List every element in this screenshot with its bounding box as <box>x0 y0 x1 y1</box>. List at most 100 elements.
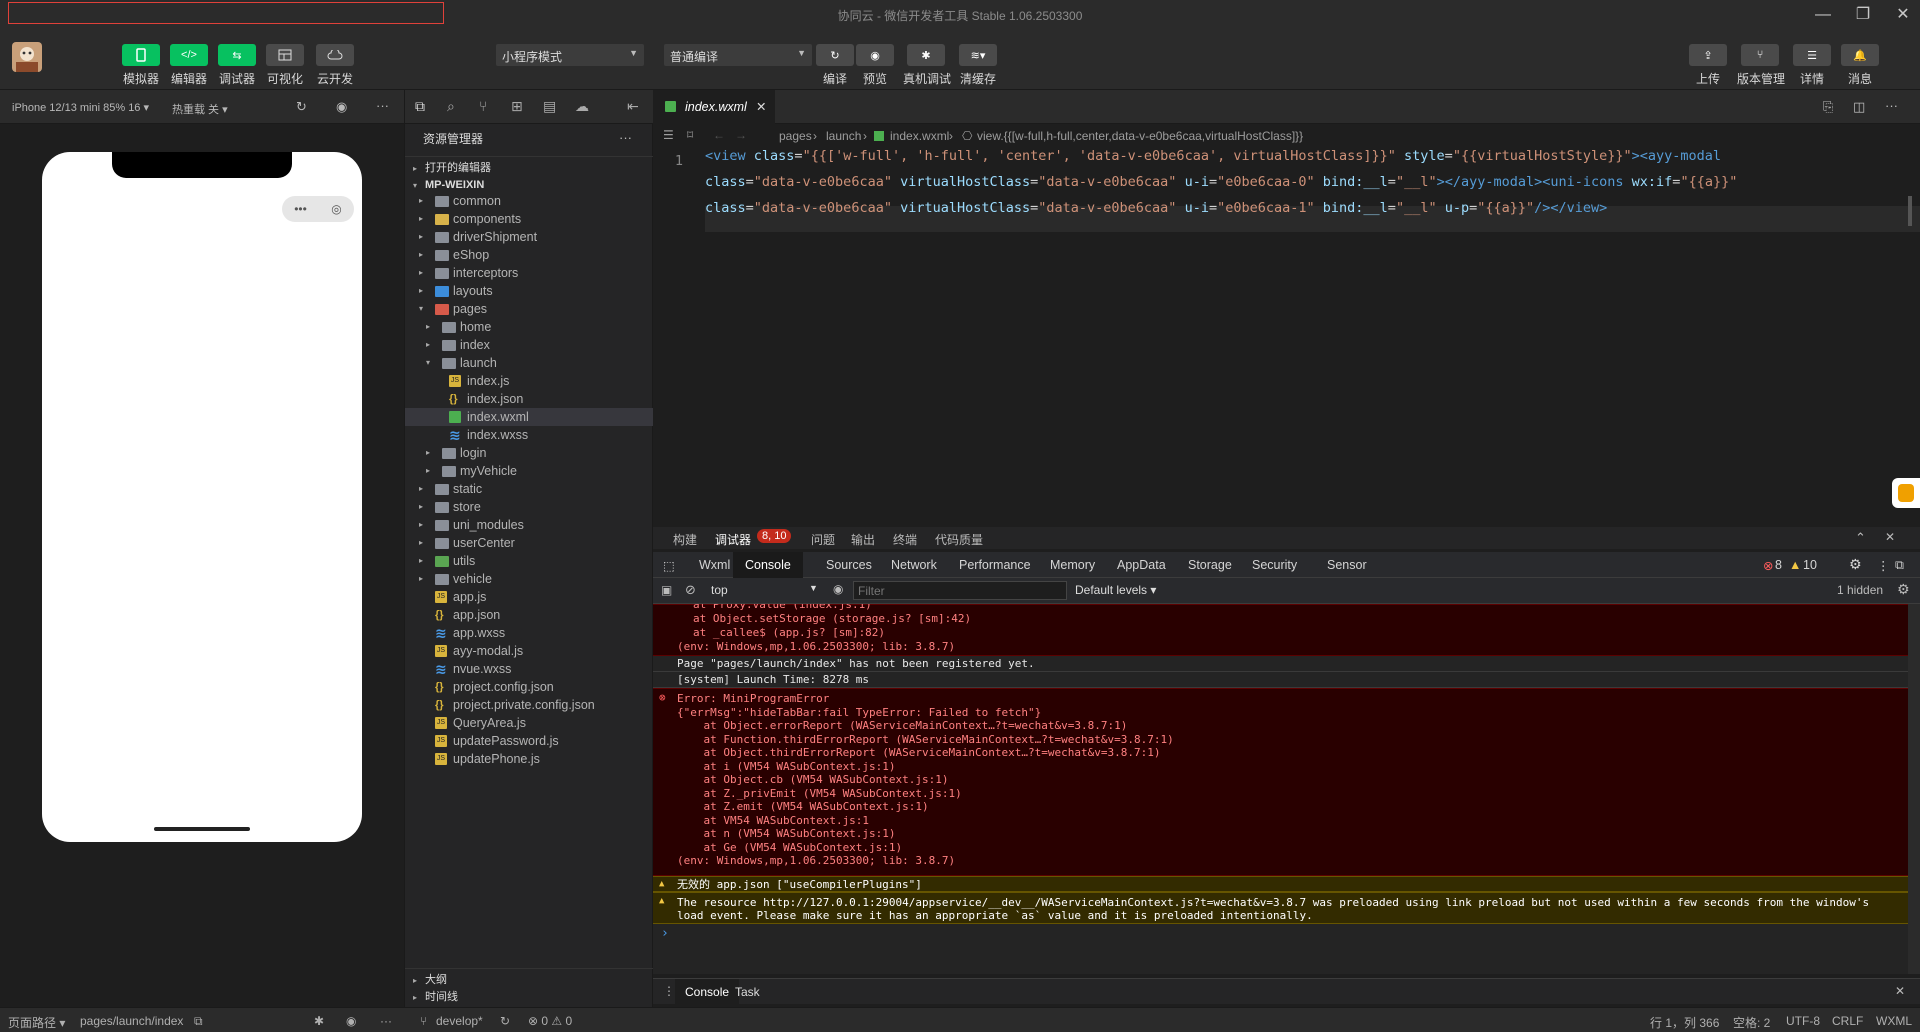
encoding[interactable]: UTF-8 <box>1786 1014 1820 1028</box>
bottom-tab-console[interactable]: Console <box>675 979 740 1005</box>
code-editor[interactable]: 1 <view class="{{['w-full', 'h-full', 'c… <box>653 148 1920 517</box>
tree-folder[interactable]: ▸ driverShipment <box>405 228 653 246</box>
device-select[interactable]: iPhone 12/13 mini 85% 16 ▾ <box>12 101 149 114</box>
gear-icon[interactable]: ⚙ <box>1897 581 1910 598</box>
more-icon[interactable]: ··· <box>619 130 632 145</box>
tree-file[interactable]: JS ayy-modal.js <box>405 642 653 660</box>
tree-folder[interactable]: ▸ components <box>405 210 653 228</box>
language-mode[interactable]: WXML <box>1876 1014 1912 1028</box>
rotate-icon[interactable]: ↻ <box>296 99 307 115</box>
console-scrollbar[interactable] <box>1908 604 1920 974</box>
scrollbar-thumb[interactable] <box>1908 196 1912 226</box>
error-count[interactable]: 8 <box>1775 558 1782 572</box>
undock-icon[interactable]: ⧉ <box>1895 558 1904 573</box>
more-icon[interactable]: ··· <box>1885 98 1898 113</box>
more-icon[interactable]: ··· <box>380 1014 392 1028</box>
timeline-header[interactable]: ▸ 时间线 <box>405 986 653 1008</box>
tree-folder[interactable]: ▸ eShop <box>405 246 653 264</box>
copy-icon[interactable]: ⧉ <box>194 1014 203 1029</box>
more-vertical-icon[interactable]: ⋮ <box>663 984 675 998</box>
tree-folder[interactable]: ▸ vehicle <box>405 570 653 588</box>
close-button[interactable]: ✕ <box>1890 4 1916 26</box>
console-message[interactable]: [system] Launch Time: 8278 ms <box>653 672 1908 688</box>
tree-file[interactable]: {} project.config.json <box>405 678 653 696</box>
tree-file[interactable]: {} project.private.config.json <box>405 696 653 714</box>
log-levels-select[interactable]: Default levels ▾ <box>1075 583 1156 597</box>
breadcrumb-item[interactable]: launch <box>826 129 861 143</box>
tree-file[interactable]: ≋ app.wxss <box>405 624 653 642</box>
console-error-block[interactable]: at Proxy.value (index.js:1) at Object.set… <box>653 604 1908 656</box>
remote-debug-button[interactable]: ✱ 真机调试 <box>903 44 951 87</box>
toggle-panel-icon[interactable]: ⇤ <box>627 98 639 115</box>
capsule-close-icon[interactable]: ◎ <box>331 202 341 216</box>
editor-tab[interactable]: index.wxml ✕ <box>653 90 775 124</box>
more-icon[interactable]: ··· <box>376 98 389 113</box>
filter-input[interactable] <box>853 581 1067 600</box>
details-button[interactable]: ☰ 详情 <box>1789 44 1835 87</box>
tab-memory[interactable]: Memory <box>1050 558 1095 572</box>
page-path-label[interactable]: 页面路径 ▾ <box>8 1014 65 1031</box>
problems-count[interactable]: ⊗ 0 ⚠ 0 <box>528 1014 572 1028</box>
list-icon[interactable]: ☰ <box>663 128 674 142</box>
hot-reload-toggle[interactable]: 热重载 关 ▾ <box>172 101 228 117</box>
assistant-float-button[interactable] <box>1892 478 1920 508</box>
tree-folder[interactable]: ▸ layouts <box>405 282 653 300</box>
visual-button[interactable]: 可视化 <box>262 44 308 87</box>
capsule-button[interactable]: ••• ◎ <box>282 196 354 222</box>
tab-console[interactable]: Console <box>733 552 803 578</box>
version-button[interactable]: ⑂ 版本管理 <box>1737 44 1785 87</box>
close-icon[interactable]: ✕ <box>1895 984 1905 998</box>
inspect-icon[interactable]: ⬚ <box>663 558 675 573</box>
avatar[interactable] <box>12 42 42 72</box>
record-icon[interactable]: ◉ <box>336 99 347 115</box>
tab-security[interactable]: Security <box>1252 558 1297 572</box>
more-dots-icon[interactable]: ••• <box>294 202 307 216</box>
maximize-button[interactable]: ❐ <box>1850 4 1876 26</box>
tree-folder[interactable]: ▸ common <box>405 192 653 210</box>
bottom-tab-task[interactable]: Task <box>735 985 760 999</box>
debugger-button[interactable]: ⇆ 调试器 <box>214 44 260 87</box>
tree-file[interactable]: JS QueryArea.js <box>405 714 653 732</box>
tree-folder[interactable]: ▸ static <box>405 480 653 498</box>
tree-file[interactable]: {} app.json <box>405 606 653 624</box>
tree-folder[interactable]: ▸ home <box>405 318 653 336</box>
back-icon[interactable]: ← <box>713 128 725 142</box>
tab-network[interactable]: Network <box>891 558 937 572</box>
tab-wxml[interactable]: Wxml <box>699 558 730 572</box>
tab-appdata[interactable]: AppData <box>1117 558 1166 572</box>
phone-screen[interactable]: ••• ◎ <box>42 152 362 842</box>
breadcrumb-item[interactable]: pages <box>779 129 812 143</box>
clear-console-icon[interactable]: ⊘ <box>685 582 696 598</box>
preview-button[interactable]: ◉ 预览 <box>852 44 898 87</box>
tree-folder[interactable]: ▸ myVehicle <box>405 462 653 480</box>
tree-file[interactable]: JS updatePassword.js <box>405 732 653 750</box>
tree-folder[interactable]: ▸ index <box>405 336 653 354</box>
console-prompt[interactable]: › <box>661 926 669 941</box>
cloud-button[interactable]: 云开发 <box>312 44 358 87</box>
tab-sources[interactable]: Sources <box>826 558 872 572</box>
git-icon[interactable]: ⑂ <box>479 98 487 114</box>
tab-build[interactable]: 构建 <box>673 531 697 548</box>
simulator-button[interactable]: 模拟器 <box>118 44 164 87</box>
context-select[interactable]: top ▼ <box>711 583 831 597</box>
bookmark-icon[interactable]: ⌑ <box>687 128 693 142</box>
tree-folder[interactable]: ▸ login <box>405 444 653 462</box>
debug-panel-icon[interactable]: ⊞ <box>511 98 523 115</box>
eye-icon[interactable]: ◉ <box>346 1014 356 1028</box>
messages-button[interactable]: 🔔 消息 <box>1837 44 1883 87</box>
clear-cache-button[interactable]: ≋▾ 清缓存 <box>955 44 1001 87</box>
close-icon[interactable]: ✕ <box>756 99 766 114</box>
eye-icon[interactable]: ◉ <box>833 582 843 596</box>
breadcrumb-item[interactable]: view.{{[w-full,h-full,center,data-v-e0be… <box>977 129 1303 143</box>
warning-count[interactable]: 10 <box>1803 558 1817 572</box>
console-message[interactable]: Page "pages/launch/index" has not been r… <box>653 656 1908 672</box>
tree-file[interactable]: ≋ nvue.wxss <box>405 660 653 678</box>
console-warning[interactable]: ▲ The resource http://127.0.0.1:29004/app… <box>653 892 1908 924</box>
console-error-block[interactable]: ⊗ Error: MiniProgramError {"errMsg":"hideT… <box>653 688 1908 876</box>
forward-icon[interactable]: → <box>735 128 747 142</box>
mode-select[interactable]: 小程序模式 ▼ <box>496 44 644 66</box>
search-icon[interactable]: ⌕ <box>447 98 455 115</box>
breadcrumb-item[interactable]: index.wxml <box>890 129 949 143</box>
console-output[interactable]: at Proxy.value (index.js:1) at Object.set… <box>653 604 1920 974</box>
line-ending[interactable]: CRLF <box>1832 1014 1863 1028</box>
